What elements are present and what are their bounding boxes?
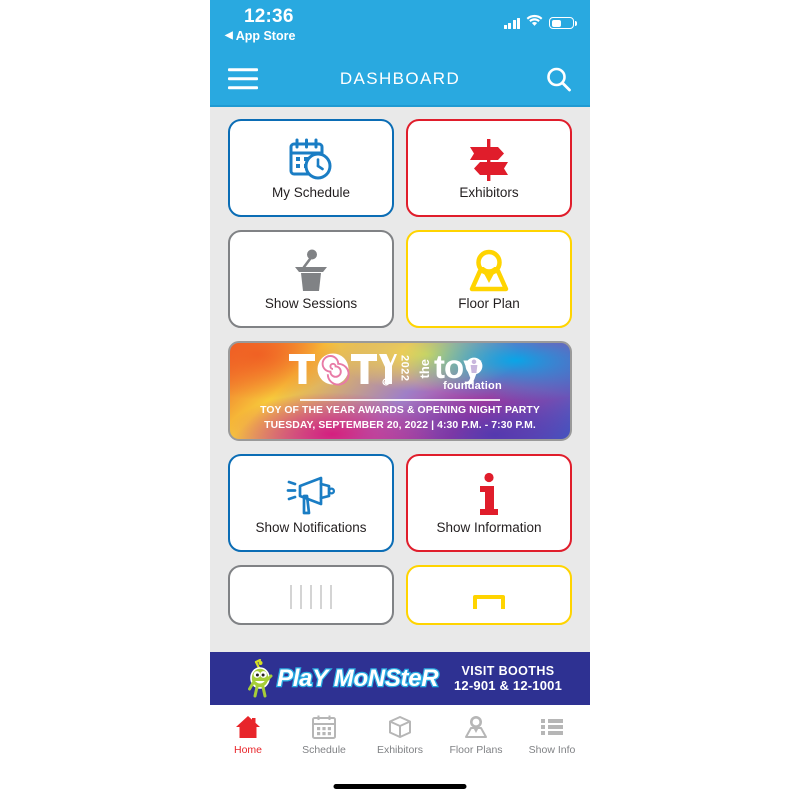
tile-label: Show Notifications xyxy=(255,519,367,535)
back-label: App Store xyxy=(235,29,296,43)
tab-exhibitors[interactable]: Exhibitors xyxy=(362,714,438,756)
toty-promo-banner[interactable]: R 2022 the toy foundation TOY OF THE YEA… xyxy=(228,341,572,441)
screenshot-root: 12:36 ◀ App Store DASHBOARD My Schedule … xyxy=(0,0,800,800)
tab-schedule[interactable]: Schedule xyxy=(286,714,362,756)
promo-headline: TOY OF THE YEAR AWARDS & OPENING NIGHT P… xyxy=(260,404,540,416)
podium-microphone-icon xyxy=(286,247,336,295)
tile-label: My Schedule xyxy=(271,184,351,200)
tab-label: Home xyxy=(233,744,262,756)
toty-year: 2022 xyxy=(398,355,411,382)
tile-row-4-partial xyxy=(210,565,590,625)
tf-the-text: the xyxy=(416,359,432,379)
tile-my-schedule[interactable]: My Schedule xyxy=(228,119,394,217)
map-pin-icon xyxy=(464,247,514,295)
tab-label: Schedule xyxy=(302,744,346,756)
megaphone-icon xyxy=(285,471,337,519)
signpost-icon xyxy=(465,136,513,184)
tile-partial-left[interactable] xyxy=(228,565,394,625)
promo-logos: R 2022 the toy foundation xyxy=(230,343,570,399)
booth-info: VISIT BOOTHS 12-901 & 12-1001 xyxy=(454,664,562,693)
tile-label: Show Information xyxy=(436,519,542,535)
toty-wordmark-icon: R xyxy=(288,353,397,386)
phone-viewport: 12:36 ◀ App Store DASHBOARD My Schedule … xyxy=(210,0,590,800)
tile-exhibitors[interactable]: Exhibitors xyxy=(406,119,572,217)
hamburger-menu-icon[interactable] xyxy=(228,67,258,90)
map-pin-icon xyxy=(463,714,489,740)
tab-label: Exhibitors xyxy=(376,744,424,756)
tile-row-2: Show Sessions Floor Plan xyxy=(210,230,590,328)
home-icon xyxy=(235,714,261,740)
tile-label: Floor Plan xyxy=(458,295,520,311)
app-header: DASHBOARD xyxy=(210,50,590,107)
tile-label: Exhibitors xyxy=(459,184,519,200)
wifi-icon xyxy=(526,14,543,32)
sponsor-ad-banner[interactable]: PlaY MoNSteR VISIT BOOTHS 12-901 & 12-10… xyxy=(210,652,590,705)
tab-label: Show Info xyxy=(528,744,576,756)
tab-show-info[interactable]: Show Info xyxy=(514,714,590,756)
promo-datetime: TUESDAY, SEPTEMBER 20, 2022 | 4:30 P.M. … xyxy=(264,419,536,431)
home-indicator[interactable] xyxy=(333,784,467,789)
tab-floor-plans[interactable]: Floor Plans xyxy=(438,714,514,756)
promo-banner-wrapper: R 2022 the toy foundation TOY OF THE YEA… xyxy=(210,341,590,441)
tile-partial-right[interactable] xyxy=(406,565,572,625)
tf-stack: toy foundation xyxy=(434,351,512,392)
tile-label: Show Sessions xyxy=(264,295,358,311)
tab-label: Floor Plans xyxy=(449,744,503,756)
tile-floor-plan[interactable]: Floor Plan xyxy=(406,230,572,328)
bottom-tab-bar: Home Schedule Exhibitors Floor Plans Sho… xyxy=(210,705,590,800)
playmonster-wordmark: PlaY MoNSteR xyxy=(276,663,440,693)
search-icon[interactable] xyxy=(545,65,572,92)
battery-icon xyxy=(549,17,577,29)
list-icon xyxy=(539,714,565,740)
booth-numbers: 12-901 & 12-1001 xyxy=(454,678,562,693)
booth-headline: VISIT BOOTHS xyxy=(461,664,555,678)
partially-visible-icon xyxy=(283,570,339,618)
tile-show-notifications[interactable]: Show Notifications xyxy=(228,454,394,552)
toty-logo: R 2022 xyxy=(288,350,411,392)
playmonster-mascot-icon xyxy=(248,658,273,697)
status-bar: 12:36 ◀ App Store xyxy=(210,0,590,50)
back-arrow-icon: ◀ xyxy=(225,30,233,41)
back-to-app-store-link[interactable]: ◀ App Store xyxy=(225,29,295,43)
tab-home[interactable]: Home xyxy=(210,714,286,756)
tile-row-1: My Schedule Exhibitors xyxy=(210,107,590,217)
toy-foundation-logo: the toy foundation xyxy=(417,351,512,392)
calendar-clock-icon xyxy=(286,136,336,184)
tf-foundation-text: foundation xyxy=(443,379,502,392)
calendar-icon xyxy=(311,714,337,740)
tile-row-3: Show Notifications Show Information xyxy=(210,454,590,552)
promo-divider xyxy=(300,399,500,401)
page-title: DASHBOARD xyxy=(339,68,461,88)
tile-show-information[interactable]: Show Information xyxy=(406,454,572,552)
status-bar-time: 12:36 xyxy=(244,6,294,27)
status-bar-indicators xyxy=(503,14,577,32)
partially-visible-icon xyxy=(461,570,517,618)
info-i-icon xyxy=(474,471,504,519)
box-icon xyxy=(387,714,413,740)
cellular-signal-icon xyxy=(503,17,520,29)
playmonster-logo: PlaY MoNSteR xyxy=(248,658,440,699)
dashboard-content[interactable]: My Schedule Exhibitors Show Sessions Flo… xyxy=(210,107,590,652)
tile-show-sessions[interactable]: Show Sessions xyxy=(228,230,394,328)
